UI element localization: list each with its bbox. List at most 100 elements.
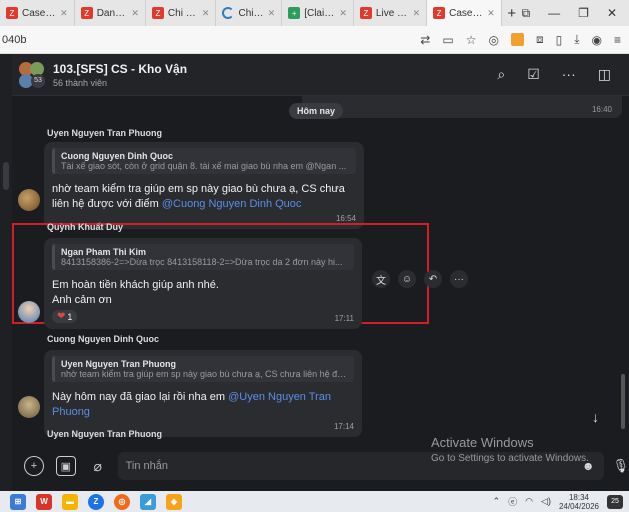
translate-icon[interactable]: 文 [372, 270, 390, 288]
more-icon[interactable]: ··· [450, 270, 468, 288]
quoted-message[interactable]: Cuong Nguyen Dinh Quoc Tài xế giao sót, … [52, 148, 356, 174]
message-time: 17:11 [334, 314, 354, 323]
microphone-icon[interactable]: 🎙︎ [612, 458, 629, 474]
app-icon[interactable]: ◆ [166, 493, 182, 510]
activate-windows-watermark: Activate Windows Go to Settings to activ… [431, 435, 589, 464]
browser-app-icon[interactable]: ◎ [114, 493, 130, 510]
translate-icon[interactable]: ⇄ [420, 33, 430, 47]
url-text[interactable]: 040b [0, 34, 26, 46]
shield-icon[interactable]: ◎ [488, 33, 498, 47]
browser-tab[interactable]: Z Case sys ✕ [0, 0, 75, 26]
quoted-message[interactable]: Uyen Nguyen Tran Phuong nhờ team kiểm tr… [52, 356, 354, 382]
zalo-icon: Z [6, 7, 18, 19]
browser-tab[interactable]: Chi tiết ✕ [216, 0, 283, 26]
reaction-badge[interactable]: ❤ 1 [52, 310, 78, 323]
system-tray: ⌃ ⓔ ◠ ◁) 18:34 24/04/2026 25 [493, 493, 629, 511]
download-icon[interactable]: ⤓ [574, 32, 579, 47]
zalo-app-icon[interactable]: Z [88, 493, 104, 510]
extension-icon[interactable] [510, 33, 524, 46]
group-title[interactable]: 103.[SFS] CS - Kho Vận 56 thành viên [53, 62, 187, 88]
quote-text: nhờ team kiểm tra giúp em sp này giao bù… [61, 369, 348, 379]
avatar[interactable] [18, 189, 40, 211]
tab-label: [Claim & [304, 7, 335, 19]
more-icon[interactable]: ··· [562, 66, 576, 83]
restore-icon[interactable]: ❐ [578, 6, 589, 20]
windows-taskbar: ⊞ W ▬ Z ◎ ◢ ◆ ⌃ ⓔ ◠ ◁) 18:34 24/04/2026 … [0, 491, 629, 512]
minimize-icon[interactable]: — [548, 6, 560, 20]
new-tab-button[interactable]: + [502, 5, 522, 22]
bookmark-star-icon[interactable]: ☆ [466, 33, 477, 47]
chat-header: 53 103.[SFS] CS - Kho Vận 56 thành viên … [12, 54, 629, 96]
tab-search-icon[interactable]: ⧉ [522, 6, 531, 21]
group-name: 103.[SFS] CS - Kho Vận [53, 61, 188, 76]
sender-name[interactable]: Quỳnh Khuất Duy [47, 222, 123, 232]
address-bar: 040b ⇄ ▭ ☆ ◎ ⧈ ▯ ⤓ ◉ ≡ [0, 26, 629, 54]
side-panel-icon[interactable]: ◫ [598, 66, 611, 83]
profile-icon[interactable]: ◉ [592, 33, 602, 47]
wps-icon[interactable]: W [36, 493, 52, 510]
folder-icon[interactable]: ▬ [62, 493, 78, 510]
loading-icon [222, 7, 235, 19]
close-icon[interactable]: ✕ [487, 8, 495, 19]
message-bubble[interactable]: Ngan Pham Thi Kim 8413158386-2=>Dừa trọc… [44, 238, 362, 329]
emoji-react-icon[interactable]: ☺ [398, 270, 416, 288]
browser-tab[interactable]: ZChi tiết | ✕ [146, 0, 217, 26]
chevron-up-icon[interactable]: ⌃ [493, 496, 501, 507]
browser-tab[interactable]: ZLive Cha ✕ [354, 0, 428, 26]
message-body: Này hôm nay đã giao lại rồi nha em [52, 391, 226, 403]
scrollbar-thumb[interactable] [621, 374, 625, 429]
attachment-icon[interactable]: ⌀ [88, 456, 108, 476]
avatar[interactable] [18, 396, 40, 418]
quote-author: Ngan Pham Thi Kim [61, 247, 147, 257]
previous-message[interactable]: 16:40 [302, 96, 622, 118]
member-count: 56 thành viên [53, 77, 108, 88]
browser-tab[interactable]: +[Claim & ✕ [282, 0, 354, 26]
scroll-down-icon[interactable]: ↓ [592, 409, 599, 425]
message-bubble[interactable]: Cuong Nguyen Dinh Quoc Tài xế giao sót, … [44, 142, 364, 229]
browser-tab-active[interactable]: ZCase sys ✕ [427, 0, 502, 26]
close-icon[interactable]: ✕ [339, 8, 347, 19]
tab-label: Case sys [449, 7, 483, 19]
quoted-message[interactable]: Ngan Pham Thi Kim 8413158386-2=>Dừa trọc… [52, 244, 354, 270]
member-count-badge: 53 [31, 73, 45, 88]
language-icon[interactable]: ⓔ [508, 495, 517, 508]
mention-link[interactable]: @Cuong Nguyen Dinh Quoc [162, 198, 302, 210]
close-icon[interactable]: ✕ [268, 8, 276, 19]
close-icon[interactable]: ✕ [60, 8, 68, 19]
message-time: 16:40 [591, 105, 612, 114]
notification-badge[interactable]: 25 [607, 494, 623, 509]
heart-icon: ❤ [57, 311, 66, 322]
sender-name[interactable]: Uyen Nguyen Tran Phuong [47, 429, 162, 439]
group-avatar[interactable]: 53 [19, 61, 45, 88]
close-icon[interactable]: ✕ [131, 8, 139, 19]
split-view-icon[interactable]: ▯ [556, 33, 563, 47]
quote-author: Cuong Nguyen Dinh Quoc [61, 151, 173, 161]
volume-icon[interactable]: ◁) [541, 496, 551, 507]
extensions-puzzle-icon[interactable]: ⧈ [536, 32, 544, 47]
start-icon[interactable]: ⊞ [10, 493, 26, 510]
zalo-icon: Z [151, 7, 164, 19]
message-placeholder: Tin nhắn [125, 460, 169, 472]
wifi-icon[interactable]: ◠ [525, 496, 533, 507]
clock-date: 24/04/2026 [558, 501, 599, 511]
cast-icon[interactable]: ▭ [442, 33, 453, 47]
sender-name[interactable]: Cuong Nguyen Dinh Quoc [47, 334, 159, 344]
close-icon[interactable]: ✕ [202, 8, 210, 19]
clock[interactable]: 18:34 24/04/2026 [559, 493, 599, 511]
add-icon[interactable]: + [24, 456, 44, 476]
browser-tab[interactable]: ZDanh sá✕ [75, 0, 146, 26]
reply-icon[interactable]: ↶ [424, 270, 442, 288]
notes-icon[interactable]: ◢ [140, 493, 156, 510]
message-bubble[interactable]: Uyen Nguyen Tran Phuong nhờ team kiểm tr… [44, 350, 362, 437]
image-icon[interactable]: ▣ [55, 456, 76, 476]
zalo-icon: Z [433, 7, 446, 19]
task-icon[interactable]: ☑ [527, 66, 540, 83]
avatar[interactable] [18, 301, 40, 323]
search-icon[interactable]: ⌕ [497, 66, 505, 83]
close-icon[interactable]: ✕ [413, 8, 421, 19]
menu-icon[interactable]: ≡ [614, 33, 621, 47]
sender-name[interactable]: Uyen Nguyen Tran Phuong [47, 128, 162, 138]
close-window-icon[interactable]: ✕ [607, 6, 617, 20]
message-list[interactable]: 16:40 Hôm nay Uyen Nguyen Tran Phuong Cu… [12, 96, 629, 441]
browser-tab-strip: ZCase sys✕ ZDanh sá✕ ZChi tiết |✕ Chi ti… [0, 0, 629, 26]
